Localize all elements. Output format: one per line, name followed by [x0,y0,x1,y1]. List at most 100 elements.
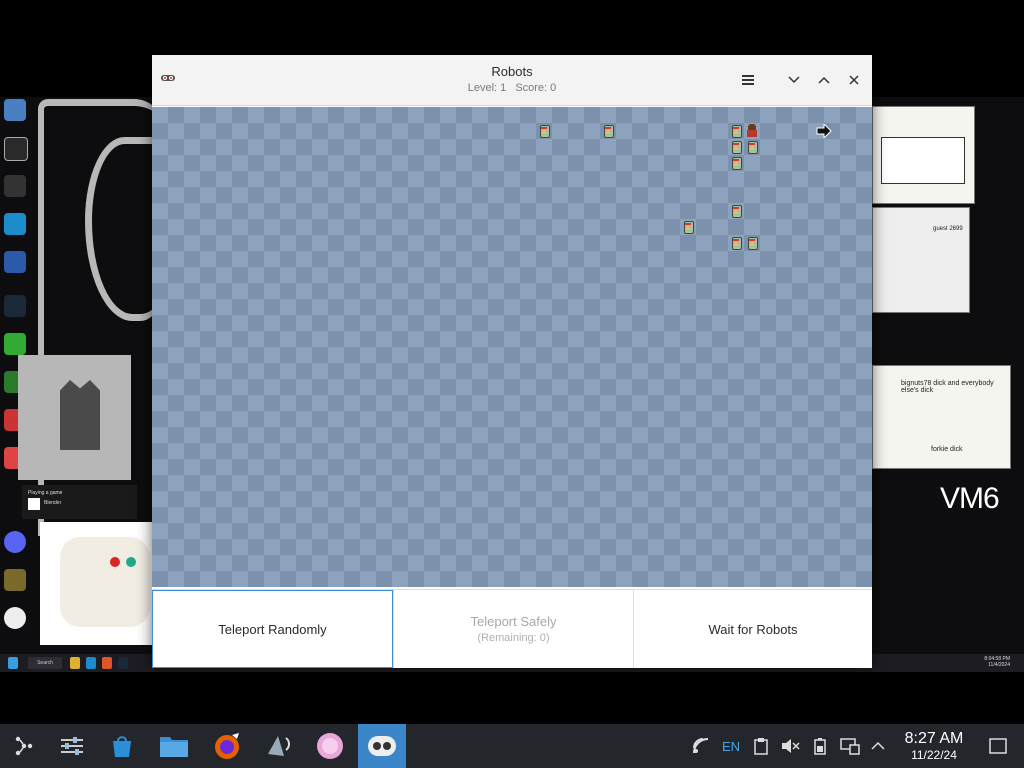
task-discover[interactable] [98,724,146,768]
task-settings[interactable] [48,724,96,768]
vm-label: VM6 [940,482,1000,515]
toast-app: Blender [44,500,62,506]
robot [537,123,551,138]
plush-green-dot [126,557,136,567]
teleport-safely-button[interactable]: Teleport Safely (Remaining: 0) [393,590,633,668]
note-image-2: bignuts78 dick and everybody else's dick… [872,365,1011,469]
clock[interactable]: 8:27 AM 11/22/24 [900,730,968,762]
discord-icon [4,531,26,553]
audio-app-icon [268,736,290,756]
sketch-label: guest 2699 [933,226,963,232]
discover-store-icon [113,736,131,757]
toast-title: Playing a game [28,490,63,496]
epic-games-icon [4,137,28,161]
task-pink-app[interactable] [306,724,354,768]
robot [729,139,743,154]
plush-photo [40,522,153,645]
task-audio-app[interactable] [256,724,304,768]
settings-mixer-icon [61,737,83,755]
roblox-game-window [18,355,131,480]
geometry-dash-icon [4,569,26,591]
player [745,123,759,137]
hamburger-icon [742,75,754,85]
edge-icon [4,213,26,235]
vm-search-box: Search [28,657,62,669]
battery-icon[interactable] [810,736,830,756]
steam-icon [15,736,33,756]
firefox-icon [215,733,239,759]
teleport-safely-label: Teleport Safely [470,614,557,629]
display-config-icon[interactable] [838,736,862,756]
pink-app-icon [317,733,343,759]
recycle-bin-icon [4,99,26,121]
window-title: Robots [491,64,533,79]
note-text: bignuts78 dick and everybody else's dick [901,380,994,394]
task-firefox[interactable] [203,724,251,768]
robot [729,155,743,170]
vm-edge-icon [86,657,96,669]
note-box [881,137,965,184]
note-subtext: forkie dick [931,446,963,453]
blender-icon [28,498,40,510]
robot [745,139,759,154]
minimize-button[interactable] [783,69,805,91]
vm-steam-icon [118,657,128,669]
robot [601,123,615,138]
game-board[interactable] [152,107,872,587]
clock-date: 11/22/24 [911,748,957,762]
level-label: Level: 1 [467,82,507,94]
vm-firefox-icon [102,657,112,669]
robot [745,235,759,250]
robot [729,203,743,218]
wait-for-robots-label: Wait for Robots [708,621,798,637]
vm-clock: 8:04:58 PM 11/4/2024 [984,656,1010,668]
robots-app-icon [368,736,396,756]
note-image-1 [872,106,975,204]
action-buttons: Teleport Randomly Teleport Safely (Remai… [152,589,872,669]
plush-body [60,537,150,627]
teleport-randomly-label: Teleport Randomly [218,621,327,637]
teleport-randomly-button[interactable]: Teleport Randomly [152,590,393,668]
title-bar[interactable]: Robots Level: 1 Score: 0 [152,55,872,106]
steam-desktop-icon [4,295,26,317]
network-icon[interactable] [690,736,712,756]
vm-clock-date: 11/4/2024 [988,662,1010,668]
robots-window: Robots Level: 1 Score: 0 Teleport Random… [152,55,872,668]
wait-for-robots-button[interactable]: Wait for Robots [633,590,872,668]
keyboard-layout-indicator[interactable]: EN [718,736,744,756]
chevron-up-icon [818,76,830,84]
score-label: Score: 0 [515,82,557,94]
file-manager-icon [160,737,188,757]
close-button[interactable] [843,69,865,91]
robot [729,123,743,138]
chevron-down-icon [788,76,800,84]
ubisoft-icon [4,607,26,629]
virtualbox-icon [4,251,26,273]
playing-toast: Playing a game Blender [22,485,137,519]
tray-expand-chevron-up-icon[interactable] [868,736,888,756]
robot [729,235,743,250]
task-file-manager[interactable] [150,724,198,768]
menu-button[interactable] [737,69,759,91]
vm-start-icon [8,657,18,669]
robot [681,219,695,234]
direction-arrow-cursor-icon [816,124,832,138]
launcher-button[interactable] [0,724,48,768]
peek-desktop-button[interactable] [986,736,1010,756]
clock-time: 8:27 AM [904,730,964,747]
teleport-safely-remaining: (Remaining: 0) [477,632,550,644]
sketch-image: guest 2699 [872,207,970,313]
volume-muted-icon[interactable] [778,736,802,756]
app-desktop-icon [4,333,26,355]
system-taskbar: EN 8:27 AM 11/22/24 [0,724,1024,768]
window-subtitle: Level: 1 Score: 0 [152,82,872,94]
task-robots[interactable] [358,724,406,768]
show-desktop-icon [989,738,1007,754]
logitech-icon [4,175,26,197]
roblox-character [60,380,100,450]
maximize-button[interactable] [813,69,835,91]
clipboard-icon[interactable] [750,736,772,756]
plush-red-dot [110,557,120,567]
vm-explorer-icon [70,657,80,669]
close-icon [849,75,859,85]
